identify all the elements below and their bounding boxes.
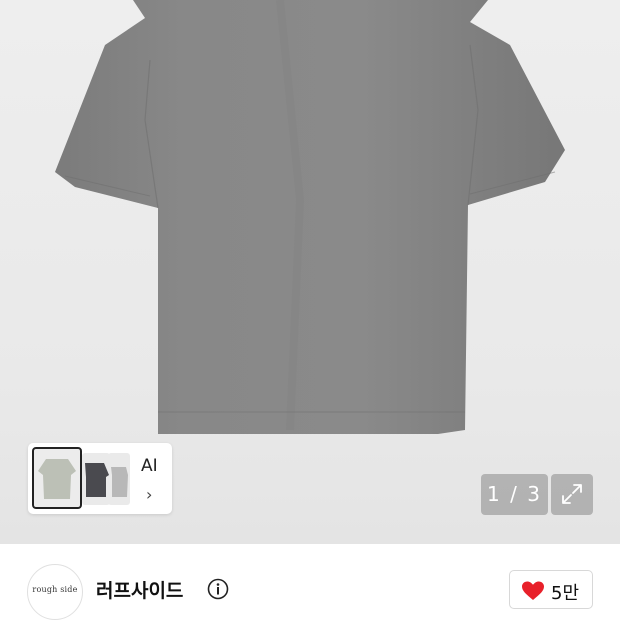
ai-label: AI [141, 456, 158, 476]
brand-bar: rough side 러프사이드 5만 [0, 544, 620, 620]
thumbnail-sage [32, 447, 82, 509]
thumbnail-light-gray [108, 453, 130, 505]
heart-icon [522, 581, 544, 600]
like-button[interactable]: 5만 [509, 570, 593, 609]
ai-thumbnail-strip[interactable]: AI › [28, 443, 172, 514]
brand-name[interactable]: 러프사이드 [96, 576, 183, 603]
expand-button[interactable] [551, 474, 593, 515]
expand-arrows-icon [562, 484, 582, 504]
image-counter: 1 / 3 [481, 474, 548, 515]
thumbnail-charcoal [82, 453, 110, 505]
chevron-right-icon: › [146, 485, 153, 504]
brand-logo[interactable]: rough side [27, 564, 83, 620]
like-count: 5만 [551, 583, 580, 604]
product-image[interactable]: AI › 1 / 3 [0, 0, 620, 544]
info-circle-icon[interactable] [207, 578, 229, 600]
